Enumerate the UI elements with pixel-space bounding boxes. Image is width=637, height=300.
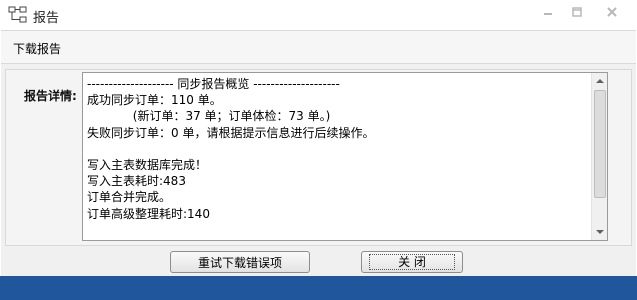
details-label: 报告详情:: [24, 89, 77, 103]
vertical-scrollbar[interactable]: [591, 73, 607, 240]
retry-button-label: 重试下载错误项: [197, 255, 282, 270]
retry-download-errors-button[interactable]: 重试下载错误项: [170, 251, 310, 273]
header-title: 下载报告: [13, 42, 62, 56]
scroll-down-icon[interactable]: [592, 224, 607, 240]
report-line: 写入主表耗时:483: [87, 174, 186, 189]
scroll-up-icon[interactable]: [592, 73, 607, 89]
minimize-icon[interactable]: [535, 2, 561, 22]
scroll-thumb[interactable]: [594, 90, 606, 198]
report-line: (新订单：37 单；订单体检：73 单。): [87, 109, 331, 124]
status-bar: [0, 276, 637, 300]
maximize-icon[interactable]: [564, 2, 590, 22]
report-tree-icon: [8, 6, 28, 24]
report-line: 订单高级整理耗时:140: [87, 206, 210, 221]
report-details-text: -------------------- 同步报告概览 ------------…: [87, 76, 591, 222]
close-dialog-button[interactable]: 关 闭: [361, 251, 463, 273]
close-button-label: 关 闭: [369, 254, 455, 270]
report-line: 成功同步订单：110 单。: [87, 93, 222, 108]
report-line: -------------------- 同步报告概览 ------------…: [87, 77, 340, 91]
report-details-textarea[interactable]: -------------------- 同步报告概览 ------------…: [82, 72, 608, 241]
window-title: 报告: [33, 11, 60, 26]
title-bar: 报告: [0, 0, 637, 30]
report-line: 失败同步订单：0 单，请根据提示信息进行后续操作。: [87, 125, 375, 140]
report-line: [87, 141, 591, 157]
report-line: 写入主表数据库完成！: [87, 157, 208, 172]
report-line: 订单合并完成。: [87, 190, 172, 205]
close-icon[interactable]: [594, 2, 630, 22]
header-band: 下载报告: [1, 30, 636, 64]
